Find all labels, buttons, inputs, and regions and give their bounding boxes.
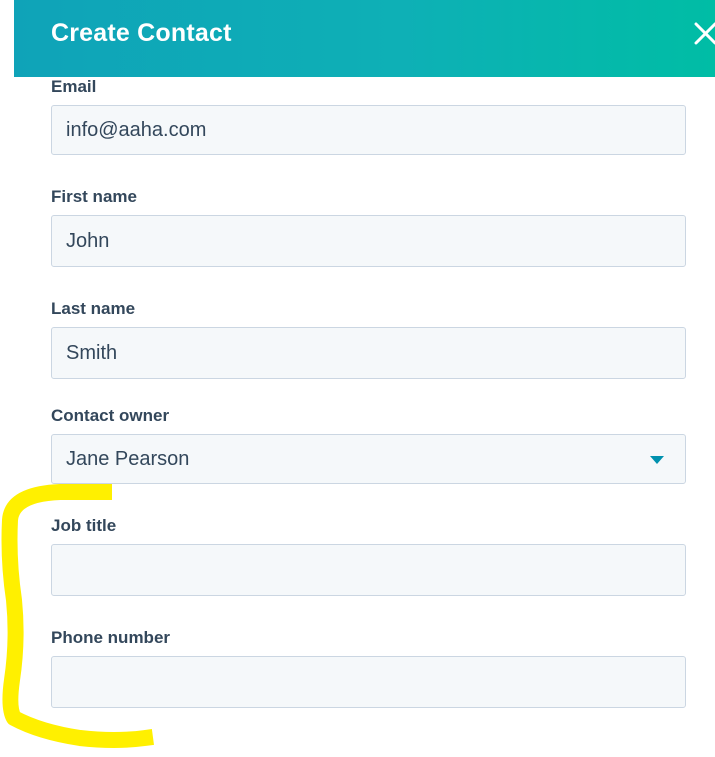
email-field[interactable]: info@aaha.com (51, 105, 686, 155)
job-title-label: Job title (51, 516, 117, 535)
close-icon (694, 22, 715, 45)
dialog-title: Create Contact (51, 19, 232, 47)
last-name-field[interactable]: Smith (51, 327, 686, 379)
chevron-down-icon (650, 456, 664, 464)
first-name-label: First name (51, 187, 137, 206)
contact-owner-value: Jane Pearson (66, 447, 190, 470)
last-name-value: Smith (66, 341, 118, 364)
first-name-value: John (66, 229, 110, 252)
contact-owner-label: Contact owner (51, 406, 170, 425)
first-name-field[interactable]: John (51, 215, 686, 267)
email-value: info@aaha.com (66, 118, 207, 141)
phone-number-field[interactable] (51, 656, 686, 708)
job-title-field[interactable] (51, 544, 686, 596)
phone-number-label: Phone number (51, 628, 171, 647)
last-name-label: Last name (51, 299, 136, 318)
close-button[interactable] (693, 20, 715, 46)
dialog-header: Create Contact (14, 0, 715, 77)
email-label: Email (51, 77, 97, 96)
contact-owner-select[interactable]: Jane Pearson (51, 434, 686, 484)
